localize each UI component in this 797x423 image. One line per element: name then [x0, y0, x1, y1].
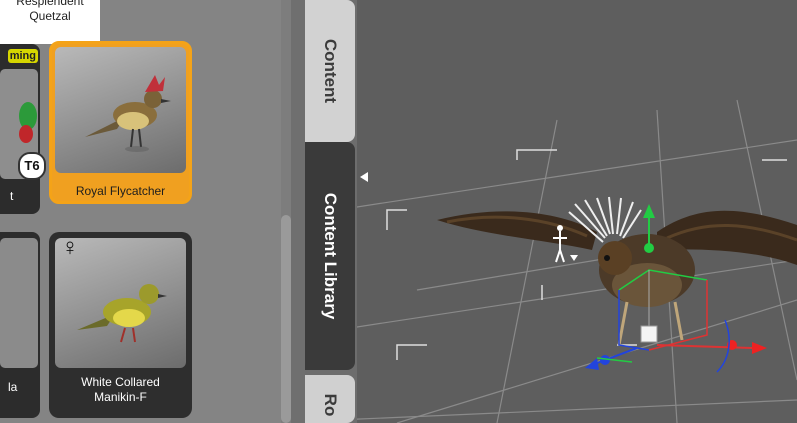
panel-divider[interactable] — [291, 0, 305, 423]
card-label: Resplendent Quetzal — [16, 0, 84, 23]
partial-card[interactable]: la — [0, 232, 40, 418]
parrot-thumbnail-icon — [0, 69, 38, 179]
3d-viewport[interactable] — [357, 0, 797, 423]
card-label: White Collared Manikin-F — [81, 375, 160, 404]
scrollbar-thumb[interactable] — [281, 215, 291, 423]
viewport-scene — [357, 99, 797, 423]
tab-label: Ro — [321, 393, 340, 417]
partial-label: la — [8, 380, 18, 394]
ground-grid — [357, 99, 797, 423]
tab-ro[interactable]: Ro — [305, 375, 355, 423]
tab-content-library[interactable]: Content Library — [305, 142, 355, 370]
collapse-arrow-icon[interactable] — [359, 170, 369, 188]
partial-thumbnail — [0, 238, 38, 368]
tab-content[interactable]: Content — [305, 0, 355, 142]
card-label: Royal Flycatcher — [75, 184, 166, 198]
tab-label: Content Library — [321, 192, 340, 320]
content-library-panel: Resplendent Quetzal ming T6 t la Royal F… — [0, 0, 290, 423]
partial-card[interactable]: ming T6 t — [0, 44, 46, 214]
royal-flycatcher-bird-icon — [85, 75, 171, 152]
female-symbol-icon: ♀ — [61, 234, 79, 261]
t6-badge: T6 — [18, 152, 46, 180]
card-resplendent-quetzal-label-area[interactable]: Resplendent Quetzal — [0, 0, 100, 44]
card-white-collared-manikin-f[interactable]: ♀ White Collared Manikin-F — [49, 232, 192, 418]
tab-label: Content — [321, 38, 340, 104]
card-royal-flycatcher[interactable]: Royal Flycatcher — [49, 41, 192, 204]
card-thumbnail — [55, 47, 186, 173]
partial-label: t — [10, 189, 14, 203]
